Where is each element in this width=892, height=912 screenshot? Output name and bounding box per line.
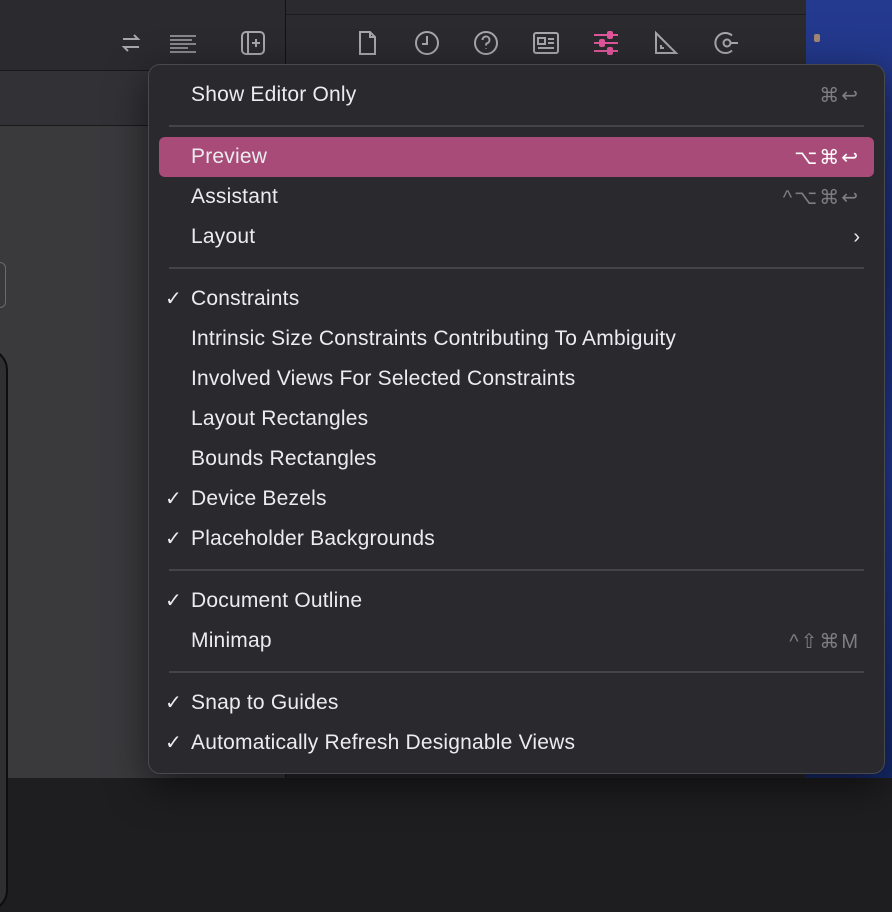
keyboard-shortcut: ⌥⌘↩ [794, 147, 860, 169]
swap-arrows-icon[interactable] [116, 28, 146, 58]
toolbar-divider [286, 14, 806, 15]
checkmark-icon: ✓ [165, 590, 182, 612]
menu-item-label: Show Editor Only [191, 83, 357, 106]
file-icon[interactable] [352, 28, 382, 58]
checkmark-icon: ✓ [165, 528, 182, 550]
menu-item-label: Constraints [191, 287, 300, 310]
menu-item-label: Bounds Rectangles [191, 447, 377, 470]
menu-item-minimap[interactable]: Minimap ^⇧⌘M [159, 621, 874, 661]
editor-options-menu: Show Editor Only ⌘↩ Preview ⌥⌘↩ Assistan… [148, 64, 885, 774]
text-align-icon[interactable] [168, 28, 198, 58]
checkmark-icon: ✓ [165, 488, 182, 510]
menu-item-label: Intrinsic Size Constraints Contributing … [191, 327, 677, 350]
menu-item-label: Layout [191, 225, 256, 248]
menu-item-label: Layout Rectangles [191, 407, 369, 430]
menu-item-label: Involved Views For Selected Constraints [191, 367, 576, 390]
keyboard-shortcut: ⌘↩ [819, 85, 860, 107]
add-editor-icon[interactable] [238, 28, 268, 58]
chevron-right-icon: › [853, 226, 860, 248]
menu-item-refresh-designable-views[interactable]: ✓ Automatically Refresh Designable Views [159, 723, 874, 763]
menu-item-label: Preview [191, 145, 268, 168]
keyboard-shortcut: ^⌥⌘↩ [782, 187, 860, 209]
size-ruler-icon[interactable] [651, 28, 681, 58]
attributes-sliders-icon[interactable] [591, 28, 621, 58]
connections-icon[interactable] [711, 28, 741, 58]
menu-item-label: Assistant [191, 185, 278, 208]
menu-item-snap-to-guides[interactable]: ✓ Snap to Guides [159, 683, 874, 723]
menu-item-device-bezels[interactable]: ✓ Device Bezels [159, 479, 874, 519]
menu-separator [169, 125, 864, 127]
menu-item-bounds-rectangles[interactable]: Bounds Rectangles [159, 439, 874, 479]
menu-item-show-editor-only[interactable]: Show Editor Only ⌘↩ [159, 75, 874, 115]
menu-item-intrinsic-size-constraints[interactable]: Intrinsic Size Constraints Contributing … [159, 319, 874, 359]
keyboard-shortcut: ^⇧⌘M [789, 631, 860, 653]
menu-item-layout-rectangles[interactable]: Layout Rectangles [159, 399, 874, 439]
menu-item-placeholder-backgrounds[interactable]: ✓ Placeholder Backgrounds [159, 519, 874, 559]
menu-item-involved-views[interactable]: Involved Views For Selected Constraints [159, 359, 874, 399]
checkmark-icon: ✓ [165, 288, 182, 310]
checkmark-icon: ✓ [165, 692, 182, 714]
menu-item-label: Device Bezels [191, 487, 327, 510]
menu-item-layout[interactable]: Layout › [159, 217, 874, 257]
menu-separator [169, 569, 864, 571]
menu-separator [169, 671, 864, 673]
history-icon[interactable] [412, 28, 442, 58]
menu-item-constraints[interactable]: ✓ Constraints [159, 279, 874, 319]
canvas-control[interactable] [0, 262, 6, 308]
menu-separator [169, 267, 864, 269]
menu-item-preview[interactable]: Preview ⌥⌘↩ [159, 137, 874, 177]
menu-item-label: Automatically Refresh Designable Views [191, 731, 576, 754]
menu-item-label: Document Outline [191, 589, 363, 612]
checkmark-icon: ✓ [165, 732, 182, 754]
desktop-light [814, 34, 820, 42]
menu-item-assistant[interactable]: Assistant ^⌥⌘↩ [159, 177, 874, 217]
menu-item-label: Minimap [191, 629, 272, 652]
menu-item-document-outline[interactable]: ✓ Document Outline [159, 581, 874, 621]
menu-item-label: Placeholder Backgrounds [191, 527, 435, 550]
menu-item-label: Snap to Guides [191, 691, 339, 714]
identity-card-icon[interactable] [531, 28, 561, 58]
device-frame[interactable] [0, 348, 8, 912]
help-icon[interactable] [471, 28, 501, 58]
